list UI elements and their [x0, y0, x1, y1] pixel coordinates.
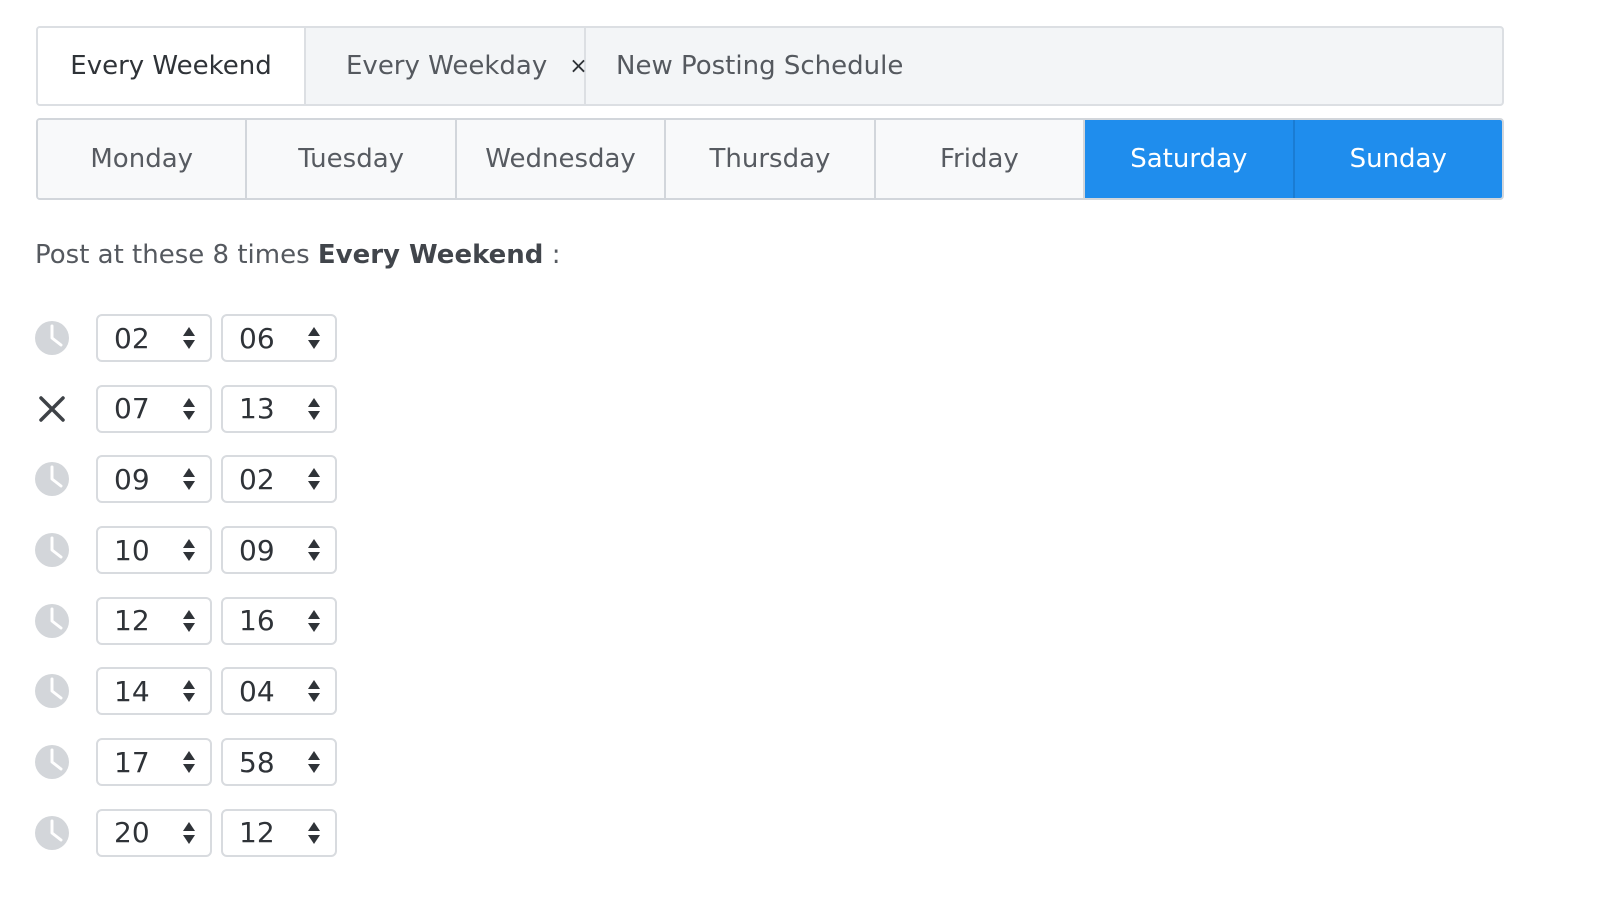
minute-value: 02: [239, 462, 275, 496]
minute-select[interactable]: 12: [221, 808, 337, 857]
up-down-arrows-icon[interactable]: [303, 465, 325, 493]
hour-value: 12: [114, 604, 150, 638]
time-row: 14 04: [34, 667, 337, 716]
minute-select[interactable]: 04: [221, 667, 337, 716]
hour-select[interactable]: 09: [96, 455, 212, 504]
up-down-arrows-icon[interactable]: [178, 395, 200, 423]
hour-select[interactable]: 10: [96, 526, 212, 575]
day-label: Saturday: [1130, 144, 1248, 174]
up-down-arrows-icon[interactable]: [178, 536, 200, 564]
tab-every-weekday-label: Every Weekday: [346, 51, 548, 81]
time-row: 02 06: [34, 314, 337, 362]
hour-value: 02: [114, 321, 150, 355]
up-down-arrows-icon[interactable]: [178, 677, 200, 705]
up-down-arrows-icon[interactable]: [303, 677, 325, 705]
time-row: 17 58: [34, 738, 337, 787]
tab-every-weekend-label: Every Weekend: [70, 51, 272, 81]
heading-schedule-name: Every Weekend: [317, 240, 544, 270]
hour-select[interactable]: 12: [96, 596, 212, 645]
day-button-friday[interactable]: Friday: [875, 120, 1086, 198]
minute-select[interactable]: 13: [221, 384, 337, 433]
hour-value: 09: [114, 462, 150, 496]
time-row: 10 09: [34, 526, 337, 575]
hour-select[interactable]: 07: [96, 384, 212, 433]
up-down-arrows-icon[interactable]: [178, 819, 200, 847]
minute-select[interactable]: 02: [221, 455, 337, 504]
minute-value: 09: [239, 533, 275, 567]
minute-value: 58: [239, 745, 275, 779]
up-down-arrows-icon[interactable]: [303, 536, 325, 564]
remove-icon[interactable]: [34, 391, 70, 427]
schedule-tabs: Every Weekend Every Weekday × New Postin…: [36, 26, 1504, 106]
hour-value: 07: [114, 392, 150, 426]
time-row: 09 02: [34, 455, 337, 504]
posting-times-heading: Post at these 8 times Every Weekend :: [35, 240, 560, 270]
clock-icon: [34, 744, 70, 780]
close-icon[interactable]: ×: [569, 54, 587, 79]
up-down-arrows-icon[interactable]: [178, 748, 200, 776]
minute-value: 04: [239, 674, 275, 708]
time-row: 20 12: [34, 808, 337, 857]
day-label: Wednesday: [485, 144, 636, 174]
time-row: 12 16: [34, 596, 337, 645]
minute-value: 16: [239, 604, 275, 638]
hour-value: 14: [114, 674, 150, 708]
hour-value: 10: [114, 533, 150, 567]
minute-value: 06: [239, 321, 275, 355]
hour-select[interactable]: 17: [96, 738, 212, 787]
minute-value: 13: [239, 392, 275, 426]
up-down-arrows-icon[interactable]: [303, 748, 325, 776]
minute-value: 12: [239, 816, 275, 850]
day-selector: Monday Tuesday Wednesday Thursday Friday…: [36, 118, 1504, 200]
clock-icon: [34, 532, 70, 568]
clock-icon: [34, 320, 70, 356]
clock-icon: [34, 815, 70, 851]
tab-every-weekday[interactable]: Every Weekday ×: [306, 28, 588, 104]
clock-icon: [34, 603, 70, 639]
heading-suffix: :: [551, 240, 561, 270]
day-button-wednesday[interactable]: Wednesday: [456, 120, 667, 198]
day-label: Friday: [939, 144, 1019, 174]
clock-icon: [34, 461, 70, 497]
minute-select[interactable]: 16: [221, 596, 337, 645]
up-down-arrows-icon[interactable]: [303, 819, 325, 847]
time-row: 07 13: [34, 384, 337, 433]
time-list: 02 06 07 13 09 02 10 09 12 16 14 04 17 58 20 12: [34, 314, 337, 880]
day-button-tuesday[interactable]: Tuesday: [247, 120, 457, 198]
day-button-sunday[interactable]: Sunday: [1294, 120, 1502, 198]
tab-new-posting-schedule-label: New Posting Schedule: [616, 51, 904, 81]
day-button-monday[interactable]: Monday: [38, 120, 248, 198]
up-down-arrows-icon[interactable]: [303, 324, 325, 352]
hour-select[interactable]: 02: [96, 314, 212, 362]
minute-select[interactable]: 09: [221, 526, 337, 575]
up-down-arrows-icon[interactable]: [303, 395, 325, 423]
hour-select[interactable]: 20: [96, 808, 212, 857]
hour-value: 17: [114, 745, 150, 779]
up-down-arrows-icon[interactable]: [178, 465, 200, 493]
day-label: Tuesday: [298, 144, 405, 174]
day-button-saturday[interactable]: Saturday: [1085, 120, 1295, 198]
day-label: Monday: [90, 144, 194, 174]
up-down-arrows-icon[interactable]: [178, 607, 200, 635]
clock-icon: [34, 673, 70, 709]
day-button-thursday[interactable]: Thursday: [666, 120, 876, 198]
tab-new-posting-schedule[interactable]: New Posting Schedule: [586, 28, 903, 104]
day-label: Thursday: [709, 144, 831, 174]
up-down-arrows-icon[interactable]: [178, 324, 200, 352]
hour-value: 20: [114, 816, 150, 850]
up-down-arrows-icon[interactable]: [303, 607, 325, 635]
day-label: Sunday: [1349, 144, 1447, 174]
hour-select[interactable]: 14: [96, 667, 212, 716]
tab-every-weekend[interactable]: Every Weekend: [38, 28, 306, 104]
heading-prefix: Post at these 8 times: [35, 240, 310, 270]
minute-select[interactable]: 58: [221, 738, 337, 787]
minute-select[interactable]: 06: [221, 314, 337, 362]
